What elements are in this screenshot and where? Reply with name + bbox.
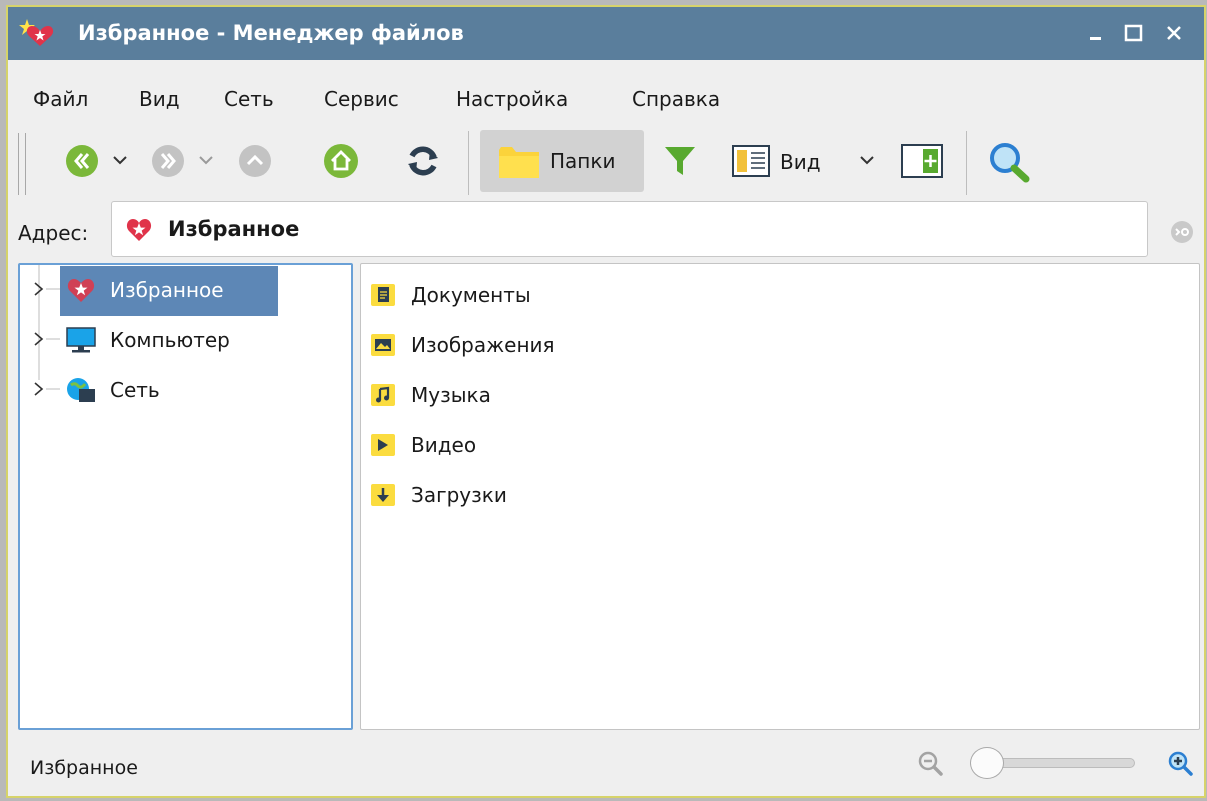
up-button[interactable] [238, 144, 272, 178]
forward-history-chevron-icon[interactable] [197, 153, 215, 167]
pictures-folder-icon [371, 334, 395, 356]
tree-item-label: Сеть [110, 378, 160, 402]
folders-toggle-button[interactable]: Папки [480, 130, 644, 192]
computer-icon [66, 327, 96, 353]
expand-arrow-icon[interactable] [32, 279, 46, 299]
menu-settings[interactable]: Настройка [456, 87, 568, 111]
view-mode-button[interactable]: Вид [732, 144, 842, 180]
tree-item-label: Компьютер [110, 328, 230, 352]
window-title: Избранное - Менеджер файлов [78, 21, 464, 45]
home-button[interactable] [323, 143, 359, 179]
expand-arrow-icon[interactable] [32, 379, 46, 399]
file-manager-window: Избранное - Менеджер файлов Файл Вид Сет… [6, 5, 1206, 798]
split-view-button[interactable] [901, 144, 943, 178]
view-mode-chevron-icon[interactable] [858, 153, 876, 167]
refresh-button[interactable] [404, 142, 442, 180]
tree-item-computer[interactable]: Компьютер [20, 315, 353, 363]
list-item-label: Документы [411, 283, 531, 307]
view-mode-label: Вид [780, 150, 821, 174]
back-history-chevron-icon[interactable] [111, 153, 129, 167]
zoom-slider-handle[interactable] [970, 747, 1004, 779]
favorites-icon [126, 219, 152, 241]
favorites-icon [67, 279, 95, 302]
menu-view[interactable]: Вид [139, 87, 180, 111]
address-value: Избранное [168, 217, 300, 241]
forward-button[interactable] [151, 144, 185, 178]
file-list[interactable]: Документы Изображения Музыка Видео Загру… [360, 263, 1200, 730]
zoom-out-icon[interactable] [918, 751, 944, 777]
address-label: Адрес: [18, 221, 89, 245]
navigation-tree[interactable]: Избранное Компьютер Сеть [18, 263, 353, 730]
downloads-folder-icon [371, 484, 395, 506]
list-item-label: Видео [411, 433, 477, 457]
menu-network[interactable]: Сеть [224, 87, 274, 111]
toolbar-separator [966, 131, 967, 195]
tree-item-network[interactable]: Сеть [20, 365, 353, 413]
menu-file[interactable]: Файл [33, 87, 88, 111]
video-folder-icon [371, 434, 395, 456]
menu-help[interactable]: Справка [632, 87, 720, 111]
menu-service[interactable]: Сервис [324, 87, 399, 111]
folder-icon [499, 147, 539, 178]
filter-button[interactable] [663, 144, 697, 178]
expand-arrow-icon[interactable] [32, 329, 46, 349]
close-button[interactable] [1158, 17, 1190, 49]
status-text: Избранное [30, 757, 138, 779]
title-bar[interactable]: Избранное - Менеджер файлов [8, 7, 1204, 60]
back-button[interactable] [65, 144, 99, 178]
toolbar-separator [468, 131, 469, 195]
documents-folder-icon [371, 284, 395, 306]
folders-toggle-label: Папки [550, 149, 616, 173]
favorites-app-icon [19, 19, 54, 46]
minimize-button[interactable] [1080, 17, 1112, 49]
zoom-in-icon[interactable] [1168, 751, 1194, 777]
search-button[interactable] [988, 141, 1032, 183]
list-item-label: Изображения [411, 333, 555, 357]
tree-item-favorites[interactable]: Избранное [20, 265, 353, 316]
toolbar-grip[interactable] [18, 133, 26, 195]
address-bar[interactable]: Избранное [111, 201, 1148, 257]
go-button[interactable] [1170, 220, 1194, 244]
list-item-label: Загрузки [411, 483, 507, 507]
tree-item-label: Избранное [110, 278, 224, 302]
maximize-button[interactable] [1118, 17, 1150, 49]
music-folder-icon [371, 384, 395, 406]
network-icon [67, 378, 95, 402]
view-details-icon [732, 145, 770, 177]
list-item-label: Музыка [411, 383, 491, 407]
